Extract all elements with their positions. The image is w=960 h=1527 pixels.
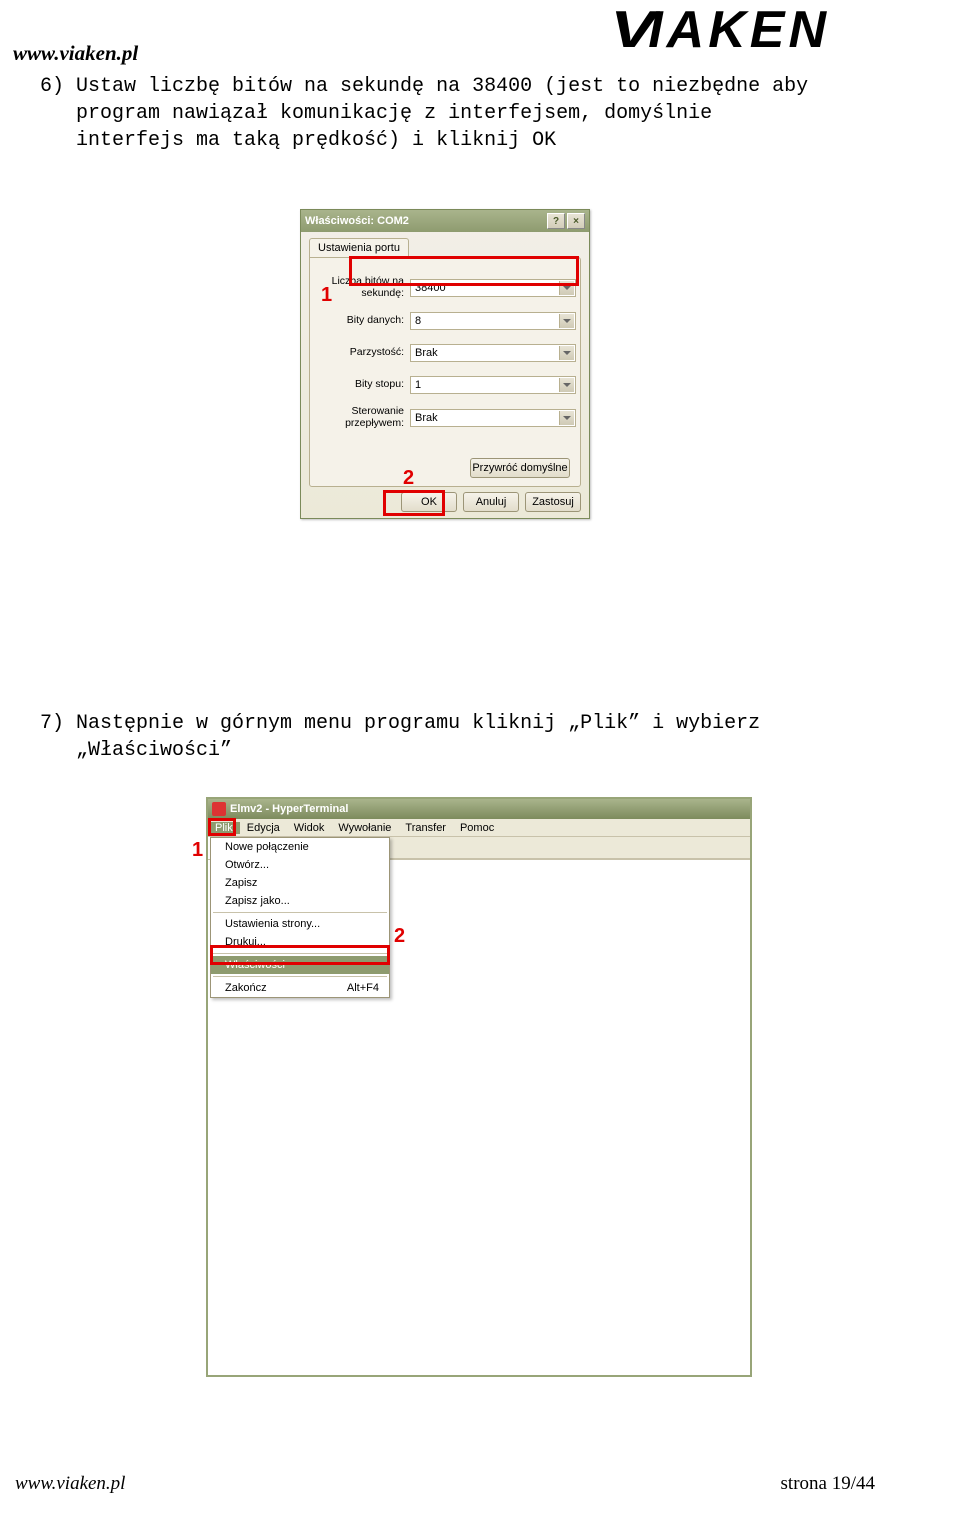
help-button[interactable]: ? — [547, 213, 565, 229]
menu-item-save-as[interactable]: Zapisz jako... — [211, 892, 389, 910]
menu-widok[interactable]: Widok — [287, 822, 332, 834]
highlight-plik — [208, 818, 236, 836]
footer-url: www.viaken.pl — [15, 1473, 125, 1495]
menu-item-open[interactable]: Otwórz... — [211, 856, 389, 874]
restore-defaults-button[interactable]: Przywróć domyślne — [470, 458, 570, 478]
app-icon — [212, 802, 226, 816]
ht-title-text: Elmv2 - HyperTerminal — [230, 803, 348, 815]
flow-label: Sterowanie przepływem: — [318, 406, 410, 429]
parity-value: Brak — [415, 347, 438, 359]
dialog-titlebar: Właściwości: COM2 ? × — [301, 210, 589, 232]
hyperterminal-window: Elmv2 - HyperTerminal Plik Edycja Widok … — [206, 797, 752, 1377]
menu-pomoc[interactable]: Pomoc — [453, 822, 501, 834]
menu-wywolanie[interactable]: Wywołanie — [331, 822, 398, 834]
data-bits-value: 8 — [415, 315, 421, 327]
accelerator: Alt+F4 — [347, 982, 379, 994]
stop-bits-label: Bity stopu: — [318, 379, 410, 391]
tab-port-settings[interactable]: Ustawienia portu — [309, 238, 409, 257]
data-bits-combo[interactable]: 8 — [410, 312, 576, 330]
step7-text: 7) Następnie w górnym menu programu klik… — [40, 710, 920, 764]
data-bits-label: Bity danych: — [318, 315, 410, 327]
flow-combo[interactable]: Brak — [410, 409, 576, 427]
close-button[interactable]: × — [567, 213, 585, 229]
marker-2: 2 — [403, 467, 414, 490]
parity-combo[interactable]: Brak — [410, 344, 576, 362]
stop-bits-combo[interactable]: 1 — [410, 376, 576, 394]
step6-text: 6) Ustaw liczbę bitów na sekundę na 3840… — [40, 73, 920, 154]
menu-item-new-connection[interactable]: Nowe połączenie — [211, 838, 389, 856]
menu-item-page-setup[interactable]: Ustawienia strony... — [211, 915, 389, 933]
chevron-down-icon[interactable] — [559, 314, 574, 328]
cancel-button[interactable]: Anuluj — [463, 492, 519, 512]
parity-label: Parzystość: — [318, 347, 410, 359]
menu-item-save[interactable]: Zapisz — [211, 874, 389, 892]
menu-transfer[interactable]: Transfer — [398, 822, 453, 834]
ht-marker-1: 1 — [192, 839, 203, 862]
logo: VIAKEN — [616, 0, 830, 60]
stop-bits-value: 1 — [415, 379, 421, 391]
menu-item-exit[interactable]: ZakończAlt+F4 — [211, 979, 389, 997]
file-menu-dropdown: Nowe połączenie Otwórz... Zapisz Zapisz … — [210, 837, 390, 998]
header-url: www.viaken.pl — [13, 41, 138, 66]
flow-value: Brak — [415, 412, 438, 424]
menu-separator — [213, 912, 387, 913]
chevron-down-icon[interactable] — [559, 378, 574, 392]
marker-1: 1 — [321, 284, 332, 307]
chevron-down-icon[interactable] — [559, 411, 574, 425]
highlight-properties — [210, 945, 390, 965]
menu-edycja[interactable]: Edycja — [240, 822, 287, 834]
dialog-title: Właściwości: COM2 — [305, 215, 409, 227]
logo-text: IAKEN — [648, 0, 830, 60]
highlight-baud — [349, 256, 579, 286]
tab-body: Liczba bitów na sekundę: 38400 Bity dany… — [309, 257, 581, 487]
menubar: Plik Edycja Widok Wywołanie Transfer Pom… — [208, 819, 750, 837]
footer-page: strona 19/44 — [781, 1473, 875, 1495]
menu-separator — [213, 976, 387, 977]
com-properties-dialog: Właściwości: COM2 ? × Ustawienia portu L… — [300, 209, 590, 519]
highlight-ok — [383, 490, 445, 516]
chevron-down-icon[interactable] — [559, 346, 574, 360]
toolbar — [390, 837, 750, 859]
apply-button[interactable]: Zastosuj — [525, 492, 581, 512]
ht-titlebar: Elmv2 - HyperTerminal — [208, 799, 750, 819]
ht-marker-2: 2 — [394, 925, 405, 948]
